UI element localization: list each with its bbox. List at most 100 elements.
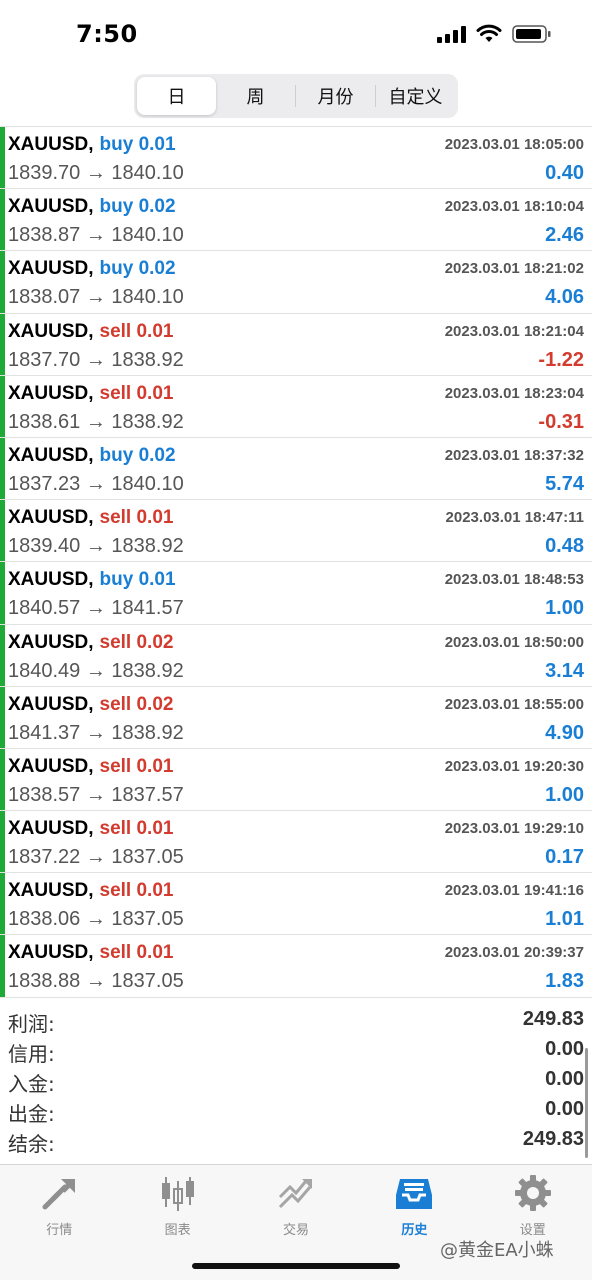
history-icon xyxy=(394,1173,434,1213)
trade-icon xyxy=(276,1173,316,1213)
tab-label: 行情 xyxy=(46,1223,73,1238)
segment-week[interactable]: 周 xyxy=(216,77,295,115)
tab-label: 历史 xyxy=(401,1223,428,1238)
settings-icon xyxy=(513,1173,553,1213)
symbol-name: XAUUSD, xyxy=(8,818,94,840)
trade-indicator-bar xyxy=(0,500,5,562)
trade-row[interactable]: XAUUSD, sell 0.01 2023.03.01 19:29:10 1837.… xyxy=(0,811,592,874)
summary-profit-row: 利润: 249.83 xyxy=(0,1006,592,1036)
symbol-name: XAUUSD, xyxy=(8,755,94,777)
trade-row[interactable]: XAUUSD, sell 0.01 2023.03.01 18:23:04 1838.… xyxy=(0,375,592,438)
summary-withdrawal-row: 出金: 0.00 xyxy=(0,1096,592,1126)
trade-time: 2023.03.01 18:50:00 xyxy=(444,633,584,651)
trade-row[interactable]: XAUUSD, sell 0.02 2023.03.01 18:50:00 1840.… xyxy=(0,624,592,687)
status-bar: 7:50 xyxy=(0,0,592,70)
trade-symbol: XAUUSD, buy 0.02 xyxy=(8,196,176,218)
trade-time: 2023.03.01 18:37:32 xyxy=(444,446,584,464)
trade-symbol: XAUUSD, buy 0.01 xyxy=(8,569,176,591)
trade-symbol: XAUUSD, sell 0.02 xyxy=(8,694,173,716)
trade-profit: 4.06 xyxy=(545,286,584,309)
summary-credit-row: 信用: 0.00 xyxy=(0,1036,592,1066)
trade-profit: 1.00 xyxy=(545,783,584,806)
trade-indicator-bar xyxy=(0,873,5,935)
trade-side-volume: sell 0.01 xyxy=(99,507,174,529)
trade-side-volume: sell 0.01 xyxy=(99,942,174,964)
trade-profit: 0.40 xyxy=(545,162,584,184)
trade-symbol: XAUUSD, sell 0.01 xyxy=(8,321,173,343)
summary-label: 利润: xyxy=(8,1012,55,1036)
chart-icon xyxy=(158,1173,198,1213)
trade-indicator-bar xyxy=(0,811,5,873)
summary-balance-row: 结余: 249.83 xyxy=(0,1126,592,1156)
trade-indicator-bar xyxy=(0,437,5,500)
trade-row[interactable]: XAUUSD, sell 0.01 2023.03.01 19:41:16 1838.… xyxy=(0,873,592,936)
scrollbar[interactable] xyxy=(585,1048,588,1158)
trade-row[interactable]: XAUUSD, buy 0.01 2023.03.01 18:05:00 1839.7… xyxy=(0,127,592,190)
summary-deposit-row: 入金: 0.00 xyxy=(0,1066,592,1096)
trade-indicator-bar xyxy=(0,189,5,251)
trade-prices: 1838.06 → 1837.05 xyxy=(8,908,184,931)
trade-prices: 1838.57 → 1837.57 xyxy=(8,783,184,806)
status-icons xyxy=(437,24,552,44)
trade-prices: 1841.37 → 1838.92 xyxy=(8,721,184,744)
trade-symbol: XAUUSD, sell 0.01 xyxy=(8,507,173,529)
trade-side-volume: buy 0.02 xyxy=(99,258,176,280)
wifi-icon xyxy=(476,24,502,42)
trade-symbol: XAUUSD, sell 0.02 xyxy=(8,632,173,654)
trade-side-volume: sell 0.02 xyxy=(99,693,174,715)
tab-settings[interactable]: 设置 xyxy=(474,1165,592,1280)
segment-month[interactable]: 月份 xyxy=(296,77,375,115)
trade-indicator-bar xyxy=(0,748,5,811)
trade-indicator-bar xyxy=(0,935,5,997)
segment-custom[interactable]: 自定义 xyxy=(376,77,455,115)
trade-prices: 1837.23 → 1840.10 xyxy=(8,472,184,495)
trade-row[interactable]: XAUUSD, buy 0.02 2023.03.01 18:10:04 1838.8… xyxy=(0,189,592,252)
trade-time: 2023.03.01 20:39:37 xyxy=(444,944,584,962)
trade-row[interactable]: XAUUSD, sell 0.02 2023.03.01 18:55:00 1841.… xyxy=(0,686,592,749)
trade-time: 2023.03.01 18:05:00 xyxy=(444,136,584,153)
trade-row[interactable]: XAUUSD, sell 0.01 2023.03.01 20:39:37 1838.… xyxy=(0,935,592,998)
trade-time: 2023.03.01 19:29:10 xyxy=(444,820,584,838)
trade-profit: 0.48 xyxy=(545,535,584,558)
trade-time: 2023.03.01 18:21:04 xyxy=(444,322,584,340)
trade-row[interactable]: XAUUSD, sell 0.01 2023.03.01 18:47:11 1839.… xyxy=(0,500,592,563)
trade-prices: 1838.07 → 1840.10 xyxy=(8,286,184,309)
trade-profit: -0.31 xyxy=(538,410,584,433)
account-summary: 利润: 249.83 信用: 0.00 入金: 0.00 出金: 0.00 结余… xyxy=(0,1006,592,1156)
trade-row[interactable]: XAUUSD, buy 0.02 2023.03.01 18:37:32 1837.2… xyxy=(0,437,592,501)
summary-value: 0.00 xyxy=(545,1098,584,1120)
symbol-name: XAUUSD, xyxy=(8,444,94,466)
trade-profit: 1.00 xyxy=(545,597,584,620)
summary-label: 出金: xyxy=(8,1102,55,1126)
trade-row[interactable]: XAUUSD, sell 0.01 2023.03.01 18:21:04 1837.… xyxy=(0,313,592,376)
trade-time: 2023.03.01 18:10:04 xyxy=(444,198,584,216)
cellular-signal-icon xyxy=(437,25,466,43)
symbol-name: XAUUSD, xyxy=(8,693,94,715)
trade-symbol: XAUUSD, sell 0.01 xyxy=(8,818,173,840)
trade-time: 2023.03.01 18:48:53 xyxy=(444,571,584,589)
trade-prices: 1839.40 → 1838.92 xyxy=(8,535,184,558)
symbol-name: XAUUSD, xyxy=(8,320,94,342)
trade-indicator-bar xyxy=(0,624,5,686)
segment-day[interactable]: 日 xyxy=(137,77,216,115)
home-indicator[interactable] xyxy=(192,1263,400,1269)
trade-time: 2023.03.01 18:21:02 xyxy=(444,260,584,278)
trade-profit: 1.01 xyxy=(545,908,584,931)
status-time: 7:50 xyxy=(76,20,138,48)
trade-prices: 1838.88 → 1837.05 xyxy=(8,970,184,993)
trade-symbol: XAUUSD, sell 0.01 xyxy=(8,942,173,964)
trade-side-volume: buy 0.02 xyxy=(99,444,176,466)
tab-quotes[interactable]: 行情 xyxy=(0,1165,118,1280)
trade-symbol: XAUUSD, buy 0.01 xyxy=(8,134,176,156)
trade-history-list: XAUUSD, buy 0.01 2023.03.01 18:05:00 1839.7… xyxy=(0,126,592,998)
symbol-name: XAUUSD, xyxy=(8,569,94,591)
symbol-name: XAUUSD, xyxy=(8,258,94,280)
trade-row[interactable]: XAUUSD, sell 0.01 2023.03.01 19:20:30 1838.… xyxy=(0,748,592,812)
trade-profit: 5.74 xyxy=(545,472,584,495)
trade-row[interactable]: XAUUSD, buy 0.02 2023.03.01 18:21:02 1838.0… xyxy=(0,251,592,314)
symbol-name: XAUUSD, xyxy=(8,942,94,964)
trade-side-volume: sell 0.01 xyxy=(99,382,174,404)
trade-time: 2023.03.01 19:41:16 xyxy=(444,882,584,900)
trade-row[interactable]: XAUUSD, buy 0.01 2023.03.01 18:48:53 1840.5… xyxy=(0,562,592,625)
trade-side-volume: buy 0.01 xyxy=(99,569,176,591)
